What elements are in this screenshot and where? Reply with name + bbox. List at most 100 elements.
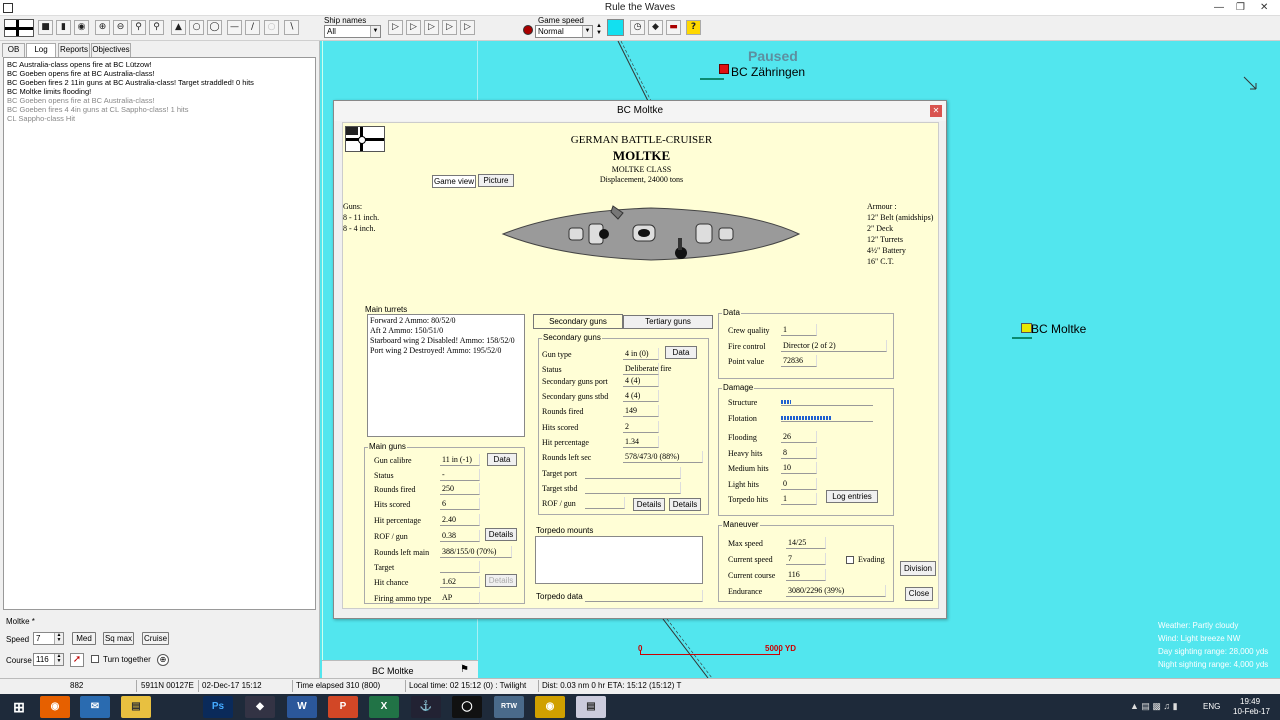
restore-icon[interactable]: ❐ (1236, 2, 1245, 13)
start-icon[interactable]: ⊞ (4, 696, 34, 718)
powerpoint-icon[interactable]: P (328, 696, 358, 718)
main-gun-label-9: Firing ammo type (374, 594, 432, 603)
step-forward-icon[interactable]: ▷ (388, 20, 403, 35)
tab-secondary-guns[interactable]: Secondary guns (533, 314, 623, 329)
course-spinner[interactable]: 116 ▲ ▼ (33, 653, 64, 666)
damage-label-2: Medium hits (728, 464, 769, 473)
main-guns-details-button-disabled[interactable]: Details (485, 574, 517, 587)
line-icon[interactable]: — (227, 20, 242, 35)
cruise-button[interactable]: Cruise (142, 632, 169, 645)
status-cell: 882 (70, 681, 84, 690)
main-guns-data-button[interactable]: Data (487, 453, 517, 466)
tab-picture[interactable]: Picture (478, 174, 514, 187)
excel-icon[interactable]: X (369, 696, 399, 718)
torpedo-mounts-list[interactable] (535, 536, 703, 584)
step3-icon[interactable]: ▷ (424, 20, 439, 35)
log-list[interactable]: BC Australia-class opens fire at BC Lütz… (3, 57, 316, 610)
thunderbird-icon[interactable]: ✉ (80, 696, 110, 718)
main-gun-label-5: ROF / gun (374, 532, 408, 541)
step5-icon[interactable]: ▷ (460, 20, 475, 35)
evading-checkbox[interactable] (846, 556, 854, 564)
close-button[interactable]: Close (905, 587, 933, 601)
course-line-icon[interactable]: ∕ (245, 20, 260, 35)
secondary-label-8: Target port (542, 469, 578, 478)
main-gun-value-4: 2.40 (440, 514, 480, 526)
log-entries-button[interactable]: Log entries (826, 490, 878, 503)
steam-icon[interactable]: ◯ (452, 696, 482, 718)
med-button[interactable]: Med (72, 632, 96, 645)
notepad-icon[interactable]: ▤ (576, 696, 606, 718)
course-label: Course (6, 656, 32, 665)
turret-entry: Starboard wing 2 Disabled! Ammo: 158/52/… (370, 336, 515, 345)
ship-icon[interactable]: ▬ (666, 20, 681, 35)
enemy-ship-marker[interactable] (719, 64, 729, 74)
toolbar: ■ ▮ ◉ ⊕ ⊖ ⚲ ⚲ ▲ ○ ◯ — ∕ ○ ∖ Ship names A… (0, 16, 1280, 41)
secondary-data-button[interactable]: Data (665, 346, 697, 359)
tab-reports[interactable]: Reports (58, 43, 90, 57)
tab-objectives[interactable]: Objectives (91, 43, 131, 57)
clock-date[interactable]: 10-Feb-17 (1233, 707, 1270, 716)
zoom-out-icon[interactable]: ⊖ (113, 20, 128, 35)
circle-disabled-icon[interactable]: ○ (264, 20, 279, 35)
course-pointer-icon[interactable]: ➚ (70, 653, 84, 667)
rtw-icon[interactable]: RTW (494, 696, 524, 718)
sq-max-button[interactable]: Sq max (103, 632, 134, 645)
word-icon[interactable]: W (287, 696, 317, 718)
notes-icon[interactable]: ▮ (56, 20, 71, 35)
secondary-label-10: ROF / gun (542, 499, 576, 508)
main-turrets-list[interactable]: Forward 2 Ammo: 80/52/0 Aft 2 Ammo: 150/… (367, 314, 525, 437)
log-entry: CL Sappho-class Hit (7, 114, 76, 123)
speed-label: Speed (6, 635, 30, 644)
ship-names-select[interactable]: All ▼ (324, 25, 381, 38)
step2-icon[interactable]: ▷ (406, 20, 421, 35)
tab-tertiary-guns[interactable]: Tertiary guns (623, 315, 713, 329)
close-icon[interactable]: ✕ (930, 105, 942, 117)
minimize-icon[interactable]: — (1214, 2, 1224, 13)
pencil-icon[interactable]: ∖ (284, 20, 299, 35)
day-sighting-text: Day sighting range: 28,000 yds (1158, 647, 1269, 656)
speed-spinner[interactable]: 7 ▲ ▼ (33, 632, 64, 645)
clock-icon[interactable]: ◷ (630, 20, 645, 35)
range-circle-icon[interactable]: ○ (189, 20, 204, 35)
data-value-0: 1 (781, 324, 817, 336)
diamond-icon[interactable]: ◆ (648, 20, 663, 35)
tab-ob[interactable]: OB (2, 43, 25, 57)
target-icon[interactable]: ⊕ (157, 654, 169, 666)
zoom-reset-icon[interactable]: ⚲ (149, 20, 164, 35)
secondary-details-button-2[interactable]: Details (669, 498, 701, 511)
clock-time[interactable]: 19:49 (1240, 697, 1260, 706)
sea-view-icon[interactable] (607, 19, 624, 36)
turn-together-checkbox[interactable] (91, 655, 99, 663)
step4-icon[interactable]: ▷ (442, 20, 457, 35)
tab-log[interactable]: Log (26, 43, 56, 58)
record-icon[interactable] (523, 25, 533, 35)
warships-icon[interactable]: ⚓ (411, 696, 441, 718)
help-button[interactable]: ? (686, 20, 701, 35)
ship-silhouette (501, 205, 801, 261)
speed-spinner-icon[interactable]: ▲ ▼ (595, 23, 603, 38)
language-indicator[interactable]: ENG (1203, 702, 1220, 711)
binoculars-icon[interactable]: ◉ (74, 20, 89, 35)
zoom-in-icon[interactable]: ⊕ (95, 20, 110, 35)
close-icon[interactable]: ✕ (1260, 2, 1268, 13)
torpedo-icon[interactable]: ▲ (171, 20, 186, 35)
game-speed-select[interactable]: Normal ▼ (535, 25, 593, 38)
secondary-details-button[interactable]: Details (633, 498, 665, 511)
range-circle2-icon[interactable]: ◯ (207, 20, 222, 35)
firefox-icon[interactable]: ◉ (40, 696, 70, 718)
division-button[interactable]: Division (900, 561, 936, 576)
zoom-fit-icon[interactable]: ⚲ (131, 20, 146, 35)
data-label-0: Crew quality (728, 326, 770, 335)
tab-game-view[interactable]: Game view (432, 175, 476, 188)
save-icon[interactable]: ■ (38, 20, 53, 35)
own-ship-name[interactable]: BC Moltke (1031, 322, 1086, 336)
tray-icons[interactable]: ▲ ▤ ▩ ♫ ▮ (1130, 701, 1178, 712)
main-turrets-label: Main turrets (365, 305, 408, 314)
explorer-icon[interactable]: ▤ (121, 696, 151, 718)
app-icon[interactable]: ◉ (535, 696, 565, 718)
photoshop-icon[interactable]: Ps (203, 696, 233, 718)
game-icon[interactable]: ◆ (245, 696, 275, 718)
status-local-time: Local time: 02 15:12 (0) : Twilight (409, 681, 527, 690)
main-guns-details-button[interactable]: Details (485, 528, 517, 541)
enemy-ship-name[interactable]: BC Zähringen (731, 65, 805, 79)
